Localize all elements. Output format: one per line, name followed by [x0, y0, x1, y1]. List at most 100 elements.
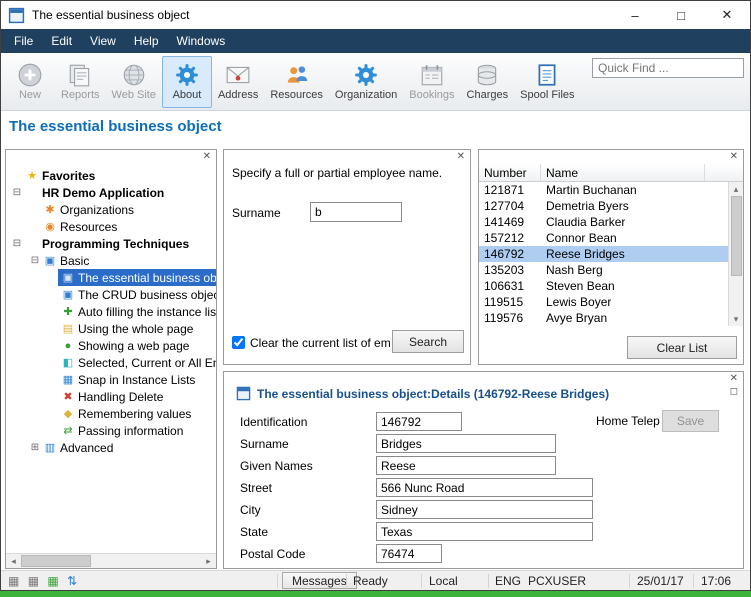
- home-telephone-label: Home Teleph: [596, 414, 660, 428]
- tree-item-basic[interactable]: ⊟▣Basic: [6, 252, 216, 269]
- column-header-number[interactable]: Number: [479, 164, 541, 181]
- scroll-down-icon[interactable]: ▾: [729, 312, 744, 326]
- identification-input[interactable]: [376, 412, 462, 431]
- state-input[interactable]: [376, 522, 593, 541]
- toolbar-address-button[interactable]: Address: [212, 56, 264, 108]
- tree-item-programming-techniques[interactable]: ⊟Programming Techniques: [6, 235, 216, 252]
- table-row[interactable]: 157212Connor Bean: [479, 230, 728, 246]
- panel-close-icon[interactable]: ✕: [203, 152, 211, 162]
- field-row: Surname: [224, 434, 743, 456]
- table-row-selected[interactable]: 146792Reese Bridges: [479, 246, 728, 262]
- toolbar-about-button[interactable]: About: [162, 56, 212, 108]
- field-row: Street: [224, 478, 743, 500]
- menu-windows[interactable]: Windows: [168, 30, 235, 52]
- surname-input[interactable]: [310, 202, 402, 222]
- grid-view-icon[interactable]: ▦: [47, 574, 58, 588]
- sort-icon[interactable]: ⇅: [67, 574, 77, 588]
- tree-item-label: Selected, Current or All Ent: [76, 356, 216, 370]
- horizontal-scrollbar[interactable]: ◂ ▸: [6, 553, 216, 568]
- toolbar-bookings-button[interactable]: Bookings: [403, 56, 460, 108]
- collapse-icon[interactable]: ⊟: [10, 238, 24, 249]
- form-icon: ▣: [60, 288, 76, 301]
- scroll-left-icon[interactable]: ◂: [6, 554, 21, 568]
- street-input[interactable]: [376, 478, 593, 497]
- tree-item-handling-delete[interactable]: ✖Handling Delete: [6, 388, 216, 405]
- tree-item-crud-business-object[interactable]: ▣The CRUD business object: [6, 286, 216, 303]
- tree-item-advanced[interactable]: ⊞▥Advanced: [6, 439, 216, 456]
- table-row[interactable]: 141469Claudia Barker: [479, 214, 728, 230]
- column-header-name[interactable]: Name: [541, 164, 705, 181]
- toolbar-new-button[interactable]: New: [5, 56, 55, 108]
- table-row[interactable]: 119576Avye Bryan: [479, 310, 728, 326]
- toolbar-resources-button[interactable]: Resources: [264, 56, 329, 108]
- menu-help[interactable]: Help: [125, 30, 168, 52]
- tree-item-essential-business-object[interactable]: ▣The essential business obje: [6, 269, 216, 286]
- details-title-text: The essential business object:Details (1…: [257, 387, 609, 401]
- tree-item-label: Handling Delete: [76, 390, 163, 404]
- scroll-right-icon[interactable]: ▸: [201, 554, 216, 568]
- collapse-icon[interactable]: ⊟: [28, 255, 42, 266]
- globe-icon: ●: [60, 340, 76, 352]
- table-row[interactable]: 135203Nash Berg: [479, 262, 728, 278]
- list-header: Number Name: [479, 164, 743, 182]
- tree-item-using-the-whole-page[interactable]: ▤Using the whole page: [6, 320, 216, 337]
- scrollbar-thumb[interactable]: [21, 555, 91, 567]
- window-controls: – □ ✕: [612, 1, 750, 29]
- table-row[interactable]: 119515Lewis Boyer: [479, 294, 728, 310]
- table-row[interactable]: 121871Martin Buchanan: [479, 182, 728, 198]
- grid-view-icon[interactable]: ▦: [8, 574, 19, 588]
- field-row: City: [224, 500, 743, 522]
- menu-file[interactable]: File: [5, 30, 42, 52]
- page-header: The essential business object: [1, 111, 750, 141]
- tree-item-snap-in-instance-lists[interactable]: ▦Snap in Instance Lists: [6, 371, 216, 388]
- tree-item-label: Advanced: [58, 441, 113, 455]
- minimize-button[interactable]: –: [612, 1, 658, 29]
- vertical-scrollbar[interactable]: ▴ ▾: [728, 182, 743, 326]
- tree-item-hr-demo-application[interactable]: ⊟HR Demo Application: [6, 184, 216, 201]
- tree-item-organizations[interactable]: ✱Organizations: [6, 201, 216, 218]
- tree-item-remembering-values[interactable]: ◆Remembering values: [6, 405, 216, 422]
- postal-code-label: Postal Code: [240, 547, 305, 561]
- panel-close-icon[interactable]: ✕: [457, 152, 465, 162]
- street-label: Street: [240, 481, 272, 495]
- diamond-icon: ◆: [60, 407, 76, 420]
- scroll-up-icon[interactable]: ▴: [729, 182, 744, 196]
- tree-item-passing-information[interactable]: ⇄Passing information: [6, 422, 216, 439]
- panel-restore-icon[interactable]: ◻: [730, 387, 738, 397]
- save-button[interactable]: Save: [662, 410, 719, 432]
- collapse-icon[interactable]: ⊟: [10, 187, 24, 198]
- surname-field-input[interactable]: [376, 434, 556, 453]
- tree-item-showing-a-web-page[interactable]: ●Showing a web page: [6, 337, 216, 354]
- toolbar-charges-button[interactable]: Charges: [461, 56, 515, 108]
- employee-list-panel: ✕ Number Name 121871Martin Buchanan 1277…: [478, 149, 744, 365]
- city-input[interactable]: [376, 500, 593, 519]
- toolbar-reports-button[interactable]: Reports: [55, 56, 106, 108]
- clear-list-button[interactable]: Clear List: [627, 336, 737, 359]
- toolbar-website-button[interactable]: Web Site: [106, 56, 162, 108]
- expand-icon[interactable]: ⊞: [28, 442, 42, 453]
- tree-item-favorites[interactable]: ★Favorites: [6, 167, 216, 184]
- scrollbar-thumb[interactable]: [731, 196, 742, 276]
- table-row[interactable]: 127704Demetria Byers: [479, 198, 728, 214]
- search-button[interactable]: Search: [392, 330, 464, 353]
- grid-view-icon[interactable]: ▦: [28, 574, 39, 588]
- quick-find-input[interactable]: [592, 58, 744, 78]
- panel-close-icon[interactable]: ✕: [730, 374, 738, 384]
- calendar-icon: [419, 62, 445, 88]
- toolbar-organization-button[interactable]: Organization: [329, 56, 403, 108]
- gear-icon: [353, 62, 379, 88]
- menu-view[interactable]: View: [81, 30, 125, 52]
- clear-list-checkbox[interactable]: [232, 336, 245, 349]
- field-row: State: [224, 522, 743, 544]
- postal-code-input[interactable]: [376, 544, 442, 563]
- close-button[interactable]: ✕: [704, 1, 750, 29]
- tree-item-auto-filling-instance-list[interactable]: ✚Auto filling the instance list: [6, 303, 216, 320]
- menu-edit[interactable]: Edit: [42, 30, 81, 52]
- panel-close-icon[interactable]: ✕: [730, 152, 738, 162]
- tree-item-selected-current-or-all[interactable]: ◧Selected, Current or All Ent: [6, 354, 216, 371]
- given-names-input[interactable]: [376, 456, 556, 475]
- tree-item-resources[interactable]: ◉Resources: [6, 218, 216, 235]
- toolbar-spoolfiles-button[interactable]: Spool Files: [514, 56, 580, 108]
- maximize-button[interactable]: □: [658, 1, 704, 29]
- table-row[interactable]: 106631Steven Bean: [479, 278, 728, 294]
